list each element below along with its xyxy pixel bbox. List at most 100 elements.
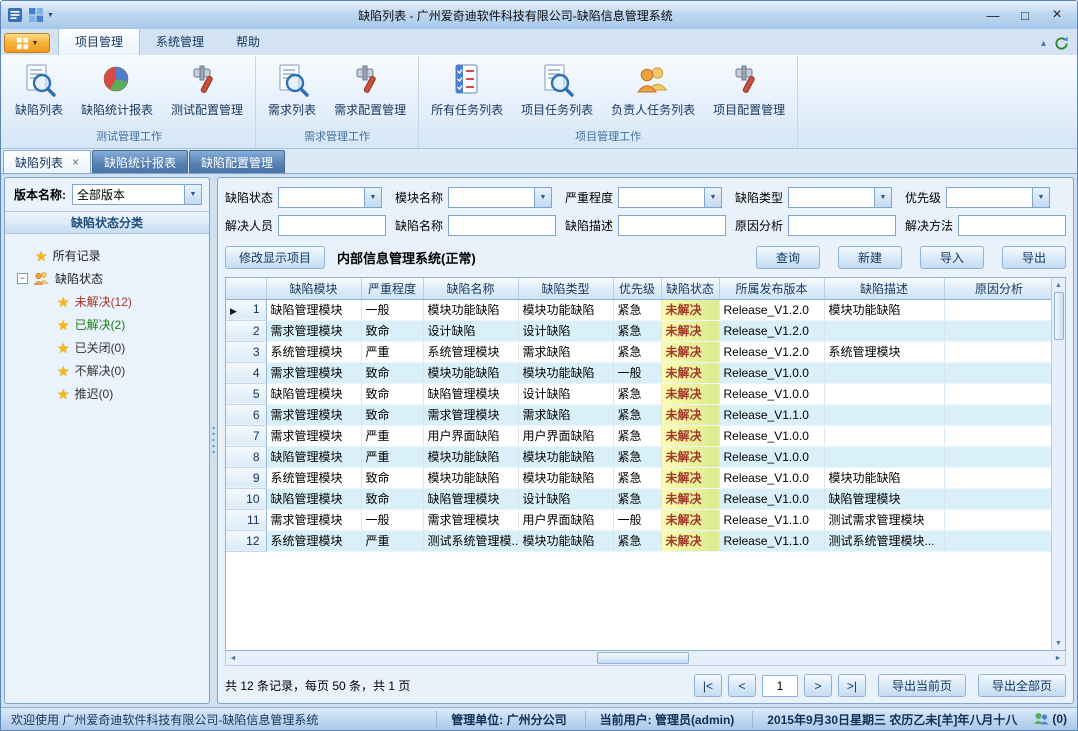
grid-cell[interactable]: Release_V1.0.0 [719, 383, 824, 404]
grid-cell[interactable]: 一般 [613, 362, 661, 383]
horizontal-scrollbar[interactable]: ◄ ► [225, 651, 1066, 666]
tree-node-4[interactable]: ★已解决(2) [7, 313, 207, 336]
grid-cell[interactable]: 需求管理模块 [423, 404, 518, 425]
tree-node-6[interactable]: ★不解决(0) [7, 359, 207, 382]
grid-cell[interactable]: 致命 [361, 383, 423, 404]
grid-cell[interactable]: 系统管理模块 [423, 341, 518, 362]
prev-page-button[interactable]: < [728, 674, 756, 697]
grid-row-2[interactable]: 2需求管理模块致命设计缺陷设计缺陷紧急未解决Release_V1.2.0 [226, 320, 1051, 341]
grid-cell[interactable]: 紧急 [613, 320, 661, 341]
grid-cell[interactable]: 缺陷管理模块 [266, 488, 361, 509]
grid-cell[interactable]: 未解决 [661, 404, 719, 425]
ribbon-button[interactable]: 缺陷统计报表 [72, 59, 162, 120]
ribbon-button[interactable]: 需求列表 [259, 59, 325, 120]
tree-node-3[interactable]: ★未解决(12) [7, 290, 207, 313]
splitter[interactable] [210, 177, 217, 704]
grid-cell[interactable]: 一般 [361, 299, 423, 320]
grid-cell[interactable]: 模块功能缺陷 [423, 467, 518, 488]
grid-cell[interactable]: 致命 [361, 362, 423, 383]
grid-row-3[interactable]: 3系统管理模块严重系统管理模块需求缺陷紧急未解决Release_V1.2.0系统… [226, 341, 1051, 362]
column-header-6[interactable]: 优先级 [613, 278, 661, 299]
grid-cell[interactable]: Release_V1.1.0 [719, 404, 824, 425]
ribbon-button[interactable]: 项目任务列表 [512, 59, 602, 120]
column-header-10[interactable]: 原因分析 [944, 278, 1051, 299]
new-button[interactable]: 新建 [838, 246, 902, 269]
grid-cell[interactable]: 未解决 [661, 446, 719, 467]
grid-cell[interactable]: 模块功能缺陷 [423, 362, 518, 383]
app-menu-button[interactable]: ▼ [4, 33, 50, 53]
column-header-2[interactable]: 缺陷模块 [266, 278, 361, 299]
grid-cell[interactable]: 模块功能缺陷 [423, 446, 518, 467]
grid-cell[interactable]: 缺陷管理模块 [266, 383, 361, 404]
ribbon-button[interactable]: 需求配置管理 [325, 59, 415, 120]
collapse-ribbon-icon[interactable]: ▴ [1041, 38, 1046, 49]
grid-cell[interactable]: 模块功能缺陷 [824, 467, 944, 488]
first-page-button[interactable]: |< [694, 674, 722, 697]
grid-cell[interactable]: Release_V1.0.0 [719, 467, 824, 488]
column-header-5[interactable]: 缺陷类型 [518, 278, 613, 299]
dropdown-arrow-icon[interactable]: ▼ [534, 188, 551, 207]
tree-node-7[interactable]: ★推迟(0) [7, 382, 207, 405]
grid-cell[interactable]: 未解决 [661, 299, 719, 320]
titlebar[interactable]: ▼ 缺陷列表 - 广州爱奇迪软件科技有限公司-缺陷信息管理系统 — □ × [1, 1, 1077, 29]
last-page-button[interactable]: >| [838, 674, 866, 697]
dropdown-arrow-icon[interactable]: ▼ [364, 188, 381, 207]
grid-cell[interactable]: 一般 [361, 509, 423, 530]
grid-cell[interactable]: 模块功能缺陷 [518, 299, 613, 320]
grid-cell[interactable]: 缺陷管理模块 [266, 299, 361, 320]
grid-cell[interactable] [824, 383, 944, 404]
grid-cell[interactable]: 致命 [361, 404, 423, 425]
grid-cell[interactable]: 模块功能缺陷 [518, 362, 613, 383]
next-page-button[interactable]: > [804, 674, 832, 697]
grid-cell[interactable]: 缺陷管理模块 [824, 488, 944, 509]
scroll-down-icon[interactable]: ▼ [1055, 637, 1062, 649]
column-header-7[interactable]: 缺陷状态 [661, 278, 719, 299]
grid-cell[interactable]: 紧急 [613, 446, 661, 467]
column-header-3[interactable]: 严重程度 [361, 278, 423, 299]
scroll-up-icon[interactable]: ▲ [1055, 279, 1062, 291]
scroll-right-icon[interactable]: ► [1051, 655, 1065, 662]
export-current-page-button[interactable]: 导出当前页 [878, 674, 966, 697]
grid-cell[interactable]: 系统管理模块 [266, 530, 361, 551]
grid-cell[interactable]: 模块功能缺陷 [518, 446, 613, 467]
grid-cell[interactable]: 致命 [361, 467, 423, 488]
grid-cell[interactable]: 一般 [613, 509, 661, 530]
grid-cell[interactable]: 测试系统管理模块... [824, 530, 944, 551]
grid-cell[interactable]: 模块功能缺陷 [824, 299, 944, 320]
grid-cell[interactable]: 紧急 [613, 383, 661, 404]
grid-cell[interactable] [944, 446, 1051, 467]
grid-cell[interactable]: 紧急 [613, 467, 661, 488]
grid-cell[interactable]: Release_V1.0.0 [719, 425, 824, 446]
grid-cell[interactable]: 需求缺陷 [518, 404, 613, 425]
grid-cell[interactable]: 需求管理模块 [423, 509, 518, 530]
vertical-scroll-thumb[interactable] [1054, 292, 1064, 340]
grid-cell[interactable]: 模块功能缺陷 [423, 299, 518, 320]
grid-cell[interactable]: 设计缺陷 [518, 488, 613, 509]
close-button[interactable]: × [1041, 4, 1073, 26]
grid-cell[interactable]: 缺陷管理模块 [423, 383, 518, 404]
grid-cell[interactable]: 未解决 [661, 425, 719, 446]
filter-combo[interactable]: ▼ [788, 187, 892, 208]
grid-row-6[interactable]: 6需求管理模块致命需求管理模块需求缺陷紧急未解决Release_V1.1.0 [226, 404, 1051, 425]
quick-access-dropdown-icon[interactable]: ▼ [47, 12, 54, 19]
modify-display-button[interactable]: 修改显示项目 [225, 246, 325, 269]
page-number-input[interactable] [762, 675, 798, 697]
filter-input[interactable] [958, 215, 1066, 236]
grid-cell[interactable]: 紧急 [613, 488, 661, 509]
filter-combo[interactable]: ▼ [448, 187, 552, 208]
grid-row-4[interactable]: 4需求管理模块致命模块功能缺陷模块功能缺陷一般未解决Release_V1.0.0 [226, 362, 1051, 383]
grid-cell[interactable]: 紧急 [613, 299, 661, 320]
grid-cell[interactable] [944, 383, 1051, 404]
column-header-8[interactable]: 所属发布版本 [719, 278, 824, 299]
grid-cell[interactable]: 设计缺陷 [518, 320, 613, 341]
grid-cell[interactable]: 未解决 [661, 530, 719, 551]
grid-cell[interactable]: 用户界面缺陷 [423, 425, 518, 446]
grid-cell[interactable] [944, 320, 1051, 341]
grid-cell[interactable]: 致命 [361, 320, 423, 341]
export-all-pages-button[interactable]: 导出全部页 [978, 674, 1066, 697]
vertical-scrollbar[interactable]: ▲ ▼ [1051, 278, 1065, 650]
grid-cell[interactable] [944, 530, 1051, 551]
grid-cell[interactable]: 用户界面缺陷 [518, 509, 613, 530]
grid-cell[interactable]: 致命 [361, 488, 423, 509]
ribbon-button[interactable]: 项目配置管理 [704, 59, 794, 120]
